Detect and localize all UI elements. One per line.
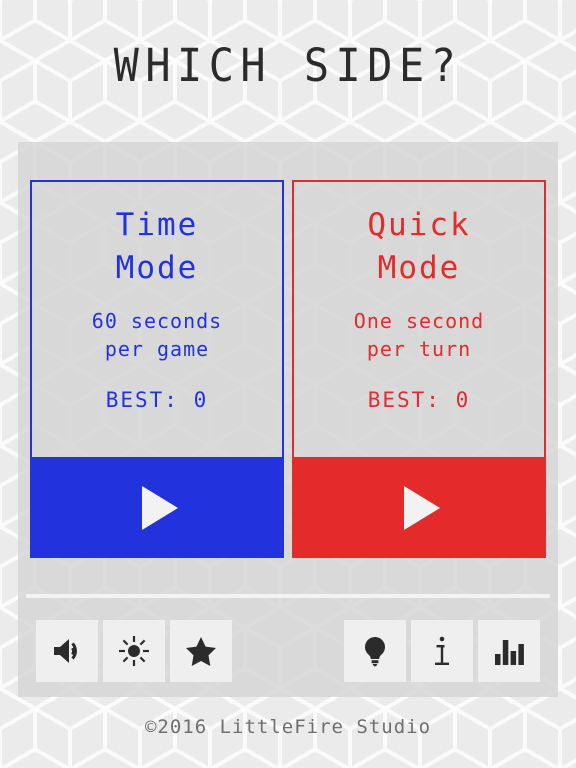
- toolbar-divider: [26, 594, 550, 598]
- hint-button[interactable]: [344, 620, 406, 682]
- mode-card-time-body: Time Mode 60 seconds per game BEST: 0: [30, 180, 284, 457]
- toolbar-group-right: [344, 620, 540, 682]
- mode-card-time[interactable]: Time Mode 60 seconds per game BEST: 0: [30, 180, 284, 558]
- play-icon: [142, 485, 178, 530]
- mode-card-time-best-score: BEST: 0: [105, 388, 209, 412]
- mode-card-time-title: Time Mode: [115, 207, 199, 286]
- star-icon: [184, 634, 218, 668]
- mode-card-quick-description: One second per turn: [353, 309, 485, 361]
- bottom-toolbar: [18, 615, 558, 685]
- play-button-quick-mode[interactable]: [292, 457, 546, 558]
- sun-icon: [117, 634, 151, 668]
- stats-button[interactable]: [478, 620, 540, 682]
- info-button[interactable]: [411, 620, 473, 682]
- mode-cards-row: Time Mode 60 seconds per game BEST: 0 Qu…: [30, 180, 546, 558]
- mode-card-time-description: 60 seconds per game: [91, 309, 223, 361]
- info-icon: [425, 634, 459, 668]
- copyright-footer: ©2016 LittleFire Studio: [144, 716, 432, 738]
- mode-card-quick-title: Quick Mode: [367, 207, 471, 286]
- brightness-button[interactable]: [103, 620, 165, 682]
- lightbulb-icon: [358, 634, 392, 668]
- page-title: WHICH SIDE?: [113, 39, 463, 92]
- play-icon: [404, 485, 440, 530]
- mode-card-quick[interactable]: Quick Mode One second per turn BEST: 0: [292, 180, 546, 558]
- mode-card-quick-body: Quick Mode One second per turn BEST: 0: [292, 180, 546, 457]
- main-panel: Time Mode 60 seconds per game BEST: 0 Qu…: [18, 142, 558, 697]
- sound-button[interactable]: [36, 620, 98, 682]
- speaker-icon: [50, 634, 84, 668]
- play-button-time-mode[interactable]: [30, 457, 284, 558]
- mode-card-quick-best-score: BEST: 0: [367, 388, 471, 412]
- toolbar-group-left: [36, 620, 232, 682]
- bar-chart-icon: [492, 634, 526, 668]
- rate-button[interactable]: [170, 620, 232, 682]
